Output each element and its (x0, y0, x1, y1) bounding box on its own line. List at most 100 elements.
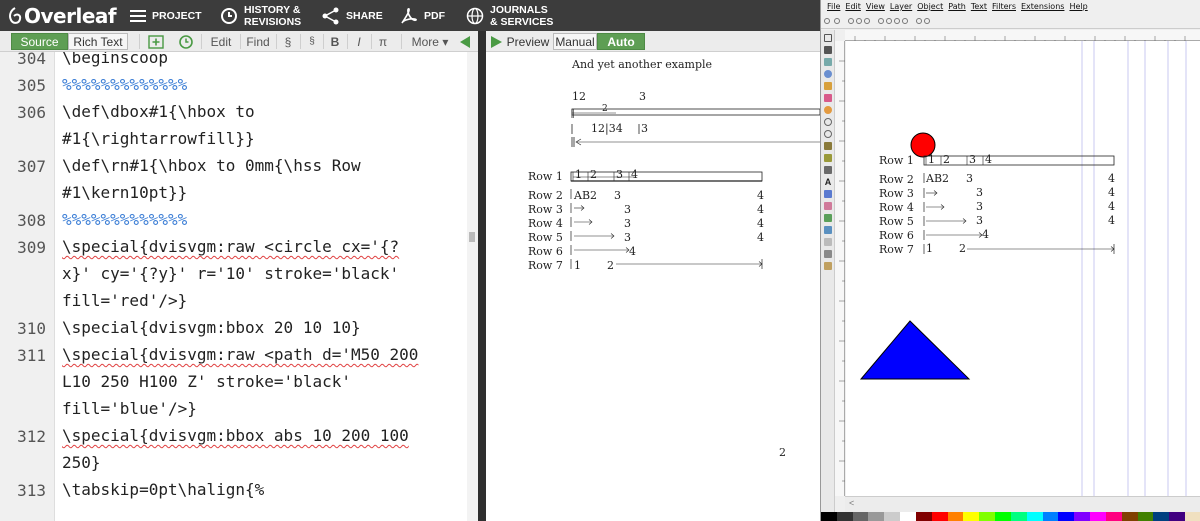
pdf-header-num: 3 (639, 90, 646, 103)
text-tool-icon[interactable]: A (824, 178, 832, 187)
palette-swatch[interactable] (1153, 512, 1170, 521)
palette-swatch[interactable] (947, 512, 964, 521)
palette-swatch[interactable] (931, 512, 948, 521)
pdf-cell: 4 (631, 168, 638, 181)
inkscape-menu-extensions[interactable]: Extensions (1021, 2, 1064, 11)
circle-tool-icon[interactable] (824, 106, 832, 114)
inkscape-menu-help[interactable]: Help (1069, 2, 1087, 11)
palette-swatch[interactable] (1169, 512, 1186, 521)
pdf-preview[interactable]: And yet another example 12 3 2 12|34 3 R… (486, 52, 820, 521)
palette-swatch[interactable] (963, 512, 980, 521)
palette-swatch[interactable] (1058, 512, 1075, 521)
dropper-tool-icon[interactable] (824, 250, 832, 258)
code-line: \special{dvisvgm:bbox abs 10 200 100 (62, 426, 409, 445)
palette-swatch[interactable] (1137, 512, 1154, 521)
measure-tool-icon[interactable] (824, 82, 832, 90)
palette-swatch[interactable] (1042, 512, 1059, 521)
edit-button[interactable]: Edit (206, 33, 236, 50)
pen-tool-icon[interactable] (824, 154, 832, 162)
subsection-button[interactable]: § (305, 33, 319, 50)
palette-swatch[interactable] (1105, 512, 1122, 521)
math-button[interactable]: π (376, 33, 390, 50)
italic-button[interactable]: I (352, 33, 366, 50)
palette-swatch[interactable] (900, 512, 916, 521)
inkscape-menu-object[interactable]: Object (917, 2, 943, 11)
line-number: 310 (17, 319, 46, 338)
inkscape-menu-edit[interactable]: Edit (845, 2, 861, 11)
toolbar-separator (371, 34, 372, 49)
color-palette[interactable] (821, 512, 1200, 521)
zoom-icons[interactable] (821, 13, 961, 29)
palette-swatch[interactable] (1090, 512, 1106, 521)
toolbar-separator (347, 34, 348, 49)
inkscape-menu-file[interactable]: File (827, 2, 840, 11)
overleaf-logo[interactable]: Overleaf (8, 3, 117, 28)
editor-scrollbar-thumb[interactable] (469, 232, 475, 242)
inkscape-menu-text[interactable]: Text (971, 2, 987, 11)
spray-tool-icon[interactable] (824, 190, 832, 198)
menu-pdf[interactable]: PDF (400, 0, 445, 31)
palette-swatch[interactable] (1026, 512, 1043, 521)
rect-tool-icon[interactable] (824, 94, 832, 102)
pdf-cell: 1 (574, 259, 581, 272)
palette-swatch[interactable] (1121, 512, 1138, 521)
bold-button[interactable]: B (328, 33, 342, 50)
history-icon[interactable] (176, 33, 196, 50)
pdf-cell: 4 (757, 231, 764, 244)
gradient-tool-icon[interactable] (824, 226, 832, 234)
line-number: 304 (17, 52, 46, 68)
star-tool-icon[interactable] (824, 118, 832, 126)
rich-text-mode-button[interactable]: Rich Text (68, 33, 128, 50)
palette-swatch[interactable] (868, 512, 885, 521)
eraser-tool-icon[interactable] (824, 202, 832, 210)
inkscape-horizontal-scrollbar[interactable]: < (845, 496, 1200, 512)
scroll-left-icon[interactable]: < (849, 498, 854, 508)
pdf-icon (401, 7, 417, 23)
inkscape-canvas[interactable]: Row 1 Row 2 Row 3 Row 4 Row 5 Row 6 Row … (846, 41, 1200, 496)
more-button[interactable]: More ▾ (410, 33, 450, 50)
palette-swatch[interactable] (1010, 512, 1027, 521)
menu-journals[interactable]: JOURNALS & SERVICES (466, 0, 553, 31)
palette-swatch[interactable] (979, 512, 996, 521)
spiral-tool-icon[interactable] (824, 130, 832, 138)
palette-swatch[interactable] (1185, 512, 1200, 521)
palette-swatch[interactable] (884, 512, 901, 521)
node-tool-icon[interactable] (824, 46, 832, 54)
palette-swatch[interactable] (915, 512, 932, 521)
editor-scrollbar[interactable] (467, 52, 478, 521)
zoom-tool-icon[interactable] (824, 70, 832, 78)
panel-divider[interactable] (478, 31, 486, 521)
manual-mode-button[interactable]: Manual (553, 33, 597, 50)
mesh-tool-icon[interactable] (824, 238, 832, 246)
collapse-left-icon[interactable] (456, 33, 474, 50)
code-line: \tabskip=0pt\halign{% (62, 480, 265, 499)
pdf-heading: And yet another example (572, 58, 713, 71)
inkscape-menu-layer[interactable]: Layer (890, 2, 912, 11)
insert-icon[interactable] (146, 33, 166, 50)
find-button[interactable]: Find (244, 33, 272, 50)
code-editor[interactable]: 304 305 306 307 308 309 310 311 312 313 … (0, 52, 478, 521)
preview-button[interactable]: Preview (488, 33, 550, 50)
menu-project[interactable]: PROJECT (130, 0, 202, 31)
menu-history[interactable]: HISTORY & REVISIONS (220, 0, 301, 31)
connector-tool-icon[interactable] (824, 262, 832, 270)
inkscape-menu-path[interactable]: Path (948, 2, 966, 11)
tweak-tool-icon[interactable] (824, 58, 832, 66)
section-button[interactable]: § (281, 33, 295, 50)
inkscape-menu-view[interactable]: View (866, 2, 885, 11)
palette-swatch[interactable] (852, 512, 869, 521)
palette-swatch[interactable] (836, 512, 853, 521)
calligraphy-tool-icon[interactable] (824, 166, 832, 174)
menu-share[interactable]: SHARE (322, 0, 383, 31)
palette-swatch[interactable] (1074, 512, 1091, 521)
fill-tool-icon[interactable] (824, 214, 832, 222)
palette-swatch[interactable] (995, 512, 1011, 521)
palette-swatch[interactable] (821, 512, 837, 521)
blue-triangle[interactable] (859, 320, 971, 380)
auto-mode-button[interactable]: Auto (597, 33, 645, 50)
inkscape-menu-filters[interactable]: Filters (992, 2, 1016, 11)
select-tool-icon[interactable] (824, 34, 832, 42)
source-mode-button[interactable]: Source (11, 33, 68, 50)
toolbar-separator (240, 34, 241, 49)
pencil-tool-icon[interactable] (824, 142, 832, 150)
